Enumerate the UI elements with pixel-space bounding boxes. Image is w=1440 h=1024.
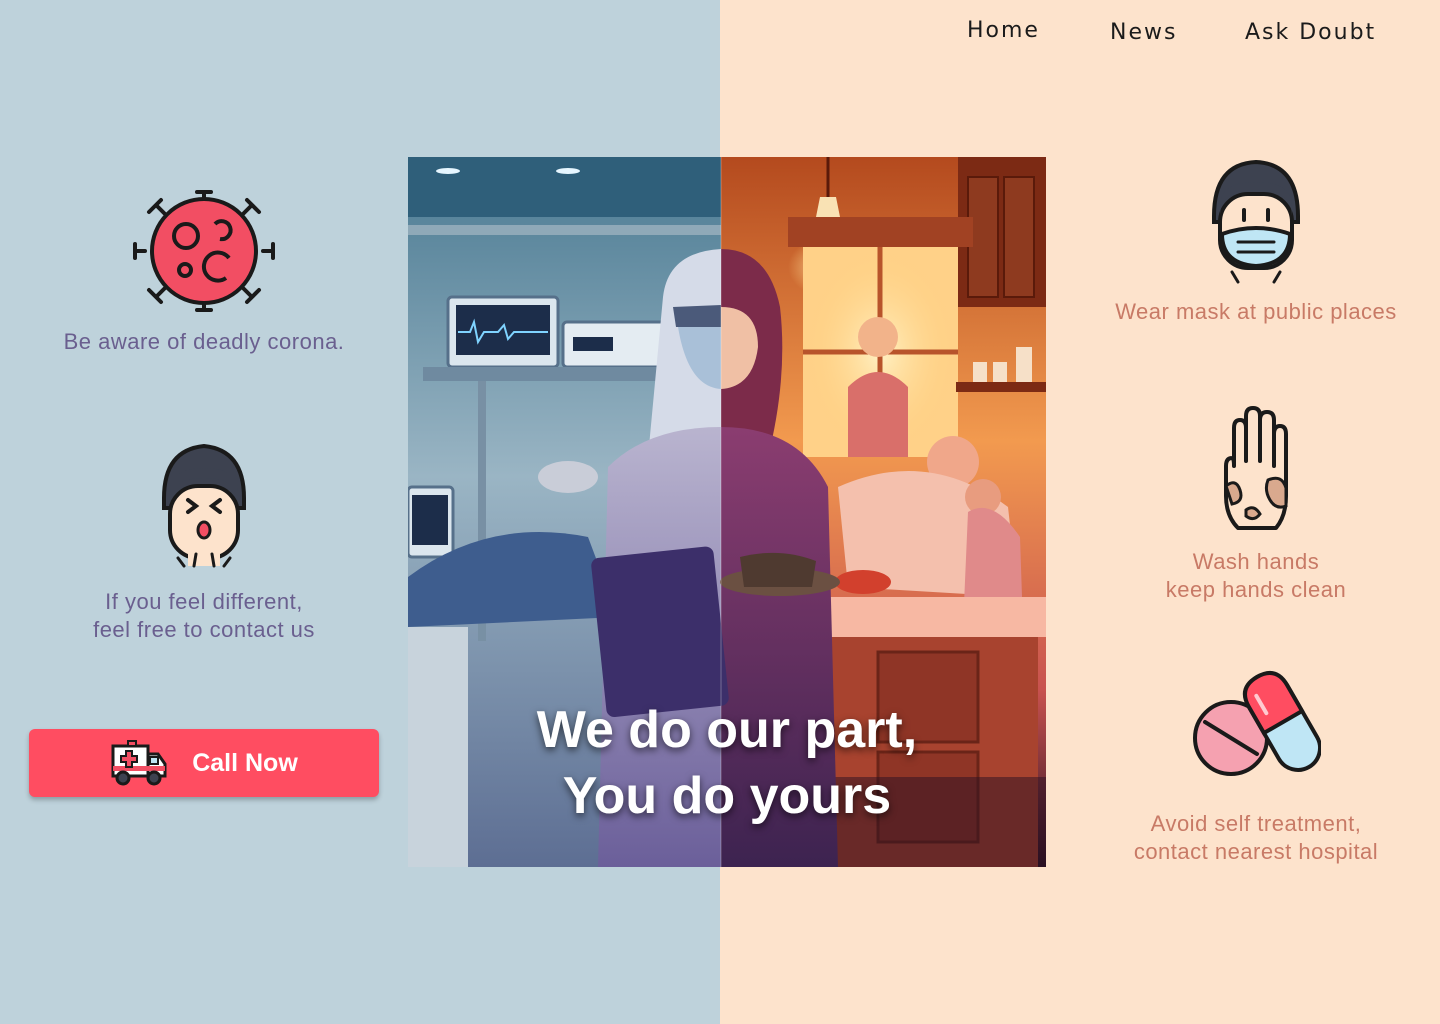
feature-contact-if-sick-text: If you feel different, feel free to cont… (40, 588, 368, 644)
hero-caption-line: You do yours (562, 767, 892, 825)
hero-caption: We do our part, You do yours (408, 697, 1046, 829)
hero-caption-line: We do our part, (536, 701, 918, 759)
feature-contact-if-sick: If you feel different, feel free to cont… (40, 442, 368, 644)
feature-line: contact nearest hospital (1133, 839, 1379, 864)
feature-wear-mask-text: Wear mask at public places (1086, 298, 1426, 326)
feature-wash-hands-text: Wash hands keep hands clean (1086, 548, 1426, 604)
feature-corona-awareness-text: Be aware of deadly corona. (40, 328, 368, 356)
feature-wash-hands: Wash hands keep hands clean (1086, 406, 1426, 604)
feature-wear-mask: Wear mask at public places (1086, 160, 1426, 326)
hero-illustration: We do our part, You do yours (408, 157, 1046, 867)
hand-wash-icon (1224, 406, 1288, 530)
ambulance-icon (111, 740, 167, 786)
feature-line: Be aware of deadly corona. (63, 329, 345, 354)
nav-news-link[interactable]: News (1110, 20, 1177, 45)
feature-line: If you feel different, (105, 589, 303, 614)
feature-line: feel free to contact us (93, 617, 315, 642)
feature-line: Wash hands (1192, 549, 1320, 574)
feature-avoid-self-treatment-text: Avoid self treatment, contact nearest ho… (1086, 810, 1426, 866)
pills-icon (1193, 670, 1321, 776)
feature-avoid-self-treatment: Avoid self treatment, contact nearest ho… (1086, 666, 1426, 866)
feature-corona-awareness: Be aware of deadly corona. (40, 186, 368, 356)
virus-icon (133, 190, 275, 312)
feature-line: keep hands clean (1165, 577, 1347, 602)
nav-home-link[interactable]: Home (967, 18, 1040, 43)
call-now-label: Call Now (192, 748, 298, 777)
sick-person-icon (162, 443, 246, 568)
feature-line: Wear mask at public places (1115, 299, 1397, 324)
call-now-button[interactable]: Call Now (29, 729, 379, 797)
feature-line: Avoid self treatment, (1150, 811, 1362, 836)
mask-face-icon (1212, 160, 1300, 284)
nav-ask-doubt-link[interactable]: Ask Doubt (1245, 20, 1376, 45)
